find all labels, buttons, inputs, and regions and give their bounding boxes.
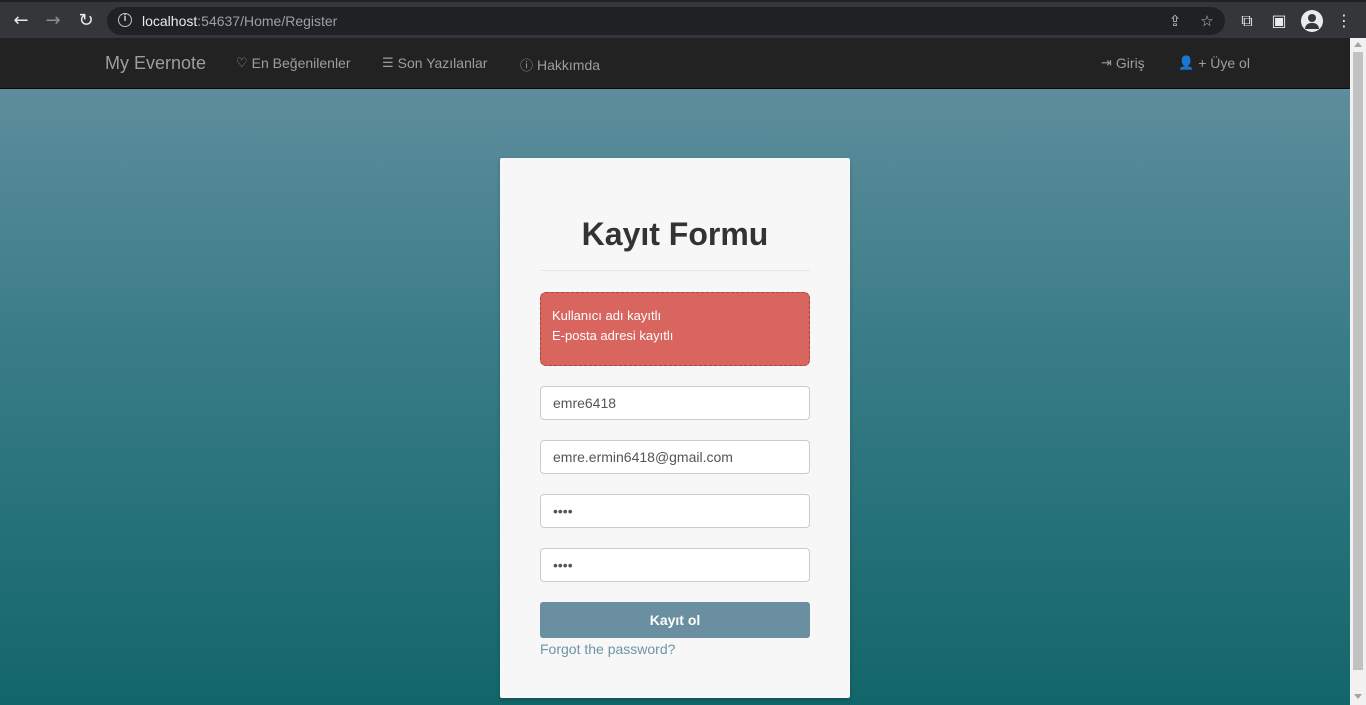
nav-link-label: En Beğenilenler [251, 55, 351, 71]
user-icon: 👤 [1178, 55, 1195, 71]
url-text[interactable]: localhost:54637/Home/Register [142, 13, 337, 29]
site-navbar: My Evernote ♡ En Beğenilenler ☰ Son Yazı… [0, 38, 1350, 89]
nav-link-recent[interactable]: ☰ Son Yazılanlar [382, 55, 487, 71]
reload-icon[interactable]: ↻ [75, 10, 97, 32]
nav-link-login[interactable]: ⇥ Giriş [1101, 55, 1145, 71]
nav-link-about[interactable]: ⓘ Hakkımda [520, 55, 601, 75]
error-alert: Kullanıcı adı kayıtlı E-posta adresi kay… [540, 292, 810, 366]
list-icon: ☰ [382, 55, 394, 71]
error-message: E-posta adresi kayıtlı [552, 328, 674, 343]
info-icon: ⓘ [520, 59, 534, 74]
scroll-thumb[interactable] [1353, 52, 1363, 670]
nav-link-label: Giriş [1115, 55, 1145, 71]
side-panel-icon[interactable]: ▣ [1268, 10, 1290, 32]
email-input[interactable] [540, 440, 810, 474]
profile-avatar-icon[interactable] [1301, 10, 1323, 32]
username-input[interactable] [540, 386, 810, 420]
scroll-down-arrow-icon[interactable] [1354, 694, 1362, 699]
error-message: Kullanıcı adı kayıtlı [552, 308, 662, 323]
forward-arrow-icon[interactable]: → [42, 10, 64, 32]
nav-link-label: + Üye ol [1198, 55, 1250, 71]
register-form-card: Kayıt Formu Kullanıcı adı kayıtlı E-post… [500, 158, 850, 698]
share-icon[interactable]: ⇪ [1165, 11, 1185, 31]
bookmark-star-icon[interactable]: ☆ [1197, 11, 1217, 31]
repassword-input[interactable] [540, 548, 810, 582]
heart-icon: ♡ [236, 55, 248, 71]
browser-toolbar: ← → ↻ i localhost:54637/Home/Register ⇪ … [0, 0, 1366, 38]
nav-link-register[interactable]: 👤 + Üye ol [1178, 55, 1250, 71]
login-icon: ⇥ [1101, 55, 1112, 71]
nav-link-favorites[interactable]: ♡ En Beğenilenler [236, 55, 351, 71]
menu-kebab-icon[interactable]: ⋮ [1333, 10, 1355, 32]
form-title: Kayıt Formu [581, 216, 769, 252]
page-scrollbar[interactable] [1350, 38, 1366, 705]
back-arrow-icon[interactable]: ← [10, 10, 32, 32]
password-input[interactable] [540, 494, 810, 528]
nav-link-label: Hakkımda [537, 56, 601, 73]
title-divider [540, 270, 810, 271]
extensions-puzzle-icon[interactable]: ⧉ [1236, 10, 1258, 32]
nav-link-label: Son Yazılanlar [397, 55, 488, 71]
scroll-up-arrow-icon[interactable] [1354, 42, 1362, 47]
brand-link[interactable]: My Evernote [105, 53, 206, 74]
site-info-icon[interactable]: i [118, 13, 132, 27]
address-bar[interactable]: i localhost:54637/Home/Register ⇪ ☆ [107, 7, 1225, 35]
register-submit-button[interactable]: Kayıt ol [540, 602, 810, 638]
forgot-password-link[interactable]: Forgot the password? [540, 641, 675, 657]
